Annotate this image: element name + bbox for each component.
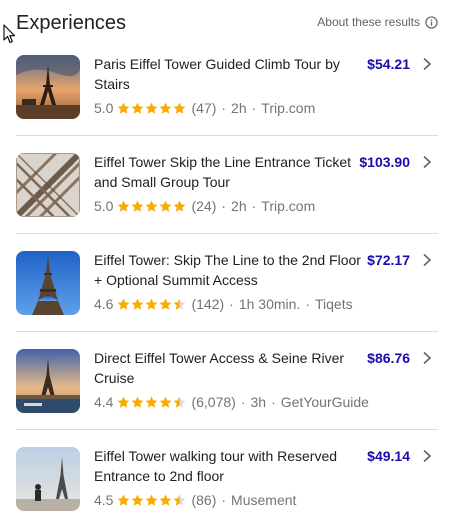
experience-thumbnail bbox=[16, 251, 80, 315]
experience-thumbnail bbox=[16, 153, 80, 217]
meta-separator: · bbox=[221, 198, 227, 214]
rating-stars bbox=[117, 298, 187, 311]
meta-separator: · bbox=[240, 394, 246, 410]
star-icon bbox=[118, 102, 130, 114]
star-icon bbox=[146, 396, 158, 408]
meta-separator: · bbox=[251, 100, 257, 116]
duration: 1h 30min. bbox=[238, 296, 301, 312]
experience-meta: 4.5 (86) · Musement bbox=[94, 490, 296, 510]
star-icon bbox=[132, 396, 144, 408]
experience-item[interactable]: Eiffel Tower walking tour with Reserved … bbox=[16, 430, 438, 527]
experience-item[interactable]: Direct Eiffel Tower Access & Seine River… bbox=[16, 332, 438, 430]
experiences-list: Paris Eiffel Tower Guided Climb Tour by … bbox=[16, 38, 438, 527]
star-icon bbox=[118, 396, 130, 408]
experience-price: $54.21 bbox=[367, 56, 410, 72]
meta-separator: · bbox=[305, 296, 310, 312]
duration: 2h bbox=[231, 100, 247, 116]
experience-title: Eiffel Tower: Skip The Line to the 2nd F… bbox=[94, 252, 361, 288]
star-icon bbox=[160, 200, 172, 212]
meta-separator: · bbox=[229, 296, 234, 312]
star-icon bbox=[118, 298, 130, 310]
experience-meta: 4.6 (142) · 1h 30min. · Tiqets bbox=[94, 294, 353, 314]
star-icon bbox=[132, 102, 144, 114]
meta-separator: · bbox=[251, 198, 257, 214]
duration: 2h bbox=[231, 198, 247, 214]
star-icon bbox=[174, 102, 186, 114]
experience-item[interactable]: Eiffel Tower Skip the Line Entrance Tick… bbox=[16, 136, 438, 234]
star-icon bbox=[146, 102, 158, 114]
experience-meta: 5.0 (24) · 2h · Trip.com bbox=[94, 196, 315, 216]
rating-stars bbox=[117, 396, 187, 409]
meta-separator: · bbox=[271, 394, 276, 410]
rating-value: 4.5 bbox=[94, 492, 114, 508]
experience-title: Paris Eiffel Tower Guided Climb Tour by … bbox=[94, 56, 340, 92]
review-count: (86) bbox=[191, 492, 217, 508]
review-count: (47) bbox=[191, 100, 217, 116]
experience-thumbnail bbox=[16, 349, 80, 413]
rating-stars bbox=[117, 200, 187, 213]
experience-price: $103.90 bbox=[359, 154, 410, 170]
experience-thumbnail bbox=[16, 55, 80, 119]
experience-price: $49.14 bbox=[367, 448, 410, 464]
experience-meta: 5.0 (47) · 2h · Trip.com bbox=[94, 98, 315, 118]
star-icon bbox=[118, 200, 130, 212]
star-icon bbox=[174, 200, 186, 212]
info-icon bbox=[425, 15, 438, 29]
about-these-results-label: About these results bbox=[317, 15, 420, 29]
meta-separator: · bbox=[221, 100, 227, 116]
star-icon bbox=[132, 200, 144, 212]
star-icon bbox=[174, 396, 186, 408]
chevron-right-icon bbox=[423, 351, 432, 365]
star-icon bbox=[174, 494, 186, 506]
rating-value: 5.0 bbox=[94, 100, 114, 116]
experience-price: $86.76 bbox=[367, 350, 410, 366]
star-icon bbox=[160, 102, 172, 114]
experience-meta: 4.4 (6,078) · 3h · GetYourGuide bbox=[94, 392, 369, 412]
rating-stars bbox=[117, 494, 187, 507]
duration: 3h bbox=[250, 394, 267, 410]
star-icon bbox=[146, 298, 158, 310]
section-title: Experiences bbox=[16, 12, 127, 34]
experience-price: $72.17 bbox=[367, 252, 410, 268]
provider: Trip.com bbox=[261, 198, 316, 214]
experiences-header: Experiences About these results bbox=[16, 10, 438, 38]
experience-title: Eiffel Tower walking tour with Reserved … bbox=[94, 448, 338, 484]
about-these-results-link[interactable]: About these results bbox=[317, 15, 438, 29]
review-count: (24) bbox=[191, 198, 217, 214]
experience-thumbnail bbox=[16, 447, 80, 511]
chevron-right-icon bbox=[423, 449, 432, 463]
star-icon bbox=[160, 298, 172, 310]
star-icon bbox=[160, 396, 172, 408]
chevron-right-icon bbox=[423, 253, 432, 267]
provider: Tiqets bbox=[314, 296, 353, 312]
rating-value: 5.0 bbox=[94, 198, 114, 214]
star-icon bbox=[160, 494, 172, 506]
star-icon bbox=[132, 298, 144, 310]
experience-title: Direct Eiffel Tower Access & Seine River… bbox=[94, 350, 345, 386]
star-icon bbox=[174, 298, 186, 310]
experience-title: Eiffel Tower Skip the Line Entrance Tick… bbox=[94, 154, 352, 190]
star-icon bbox=[118, 494, 130, 506]
provider: Trip.com bbox=[261, 100, 316, 116]
star-icon bbox=[146, 200, 158, 212]
mouse-pointer-icon bbox=[3, 24, 16, 44]
review-count: (142) bbox=[191, 296, 225, 312]
star-icon bbox=[132, 494, 144, 506]
rating-stars bbox=[117, 102, 187, 115]
rating-value: 4.4 bbox=[94, 394, 114, 410]
provider: GetYourGuide bbox=[280, 394, 369, 410]
provider: Musement bbox=[231, 492, 297, 508]
chevron-right-icon bbox=[423, 155, 432, 169]
experience-item[interactable]: Eiffel Tower: Skip The Line to the 2nd F… bbox=[16, 234, 438, 332]
star-icon bbox=[146, 494, 158, 506]
experience-item[interactable]: Paris Eiffel Tower Guided Climb Tour by … bbox=[16, 38, 438, 136]
meta-separator: · bbox=[221, 492, 227, 508]
chevron-right-icon bbox=[423, 57, 432, 71]
review-count: (6,078) bbox=[191, 394, 236, 410]
rating-value: 4.6 bbox=[94, 296, 114, 312]
